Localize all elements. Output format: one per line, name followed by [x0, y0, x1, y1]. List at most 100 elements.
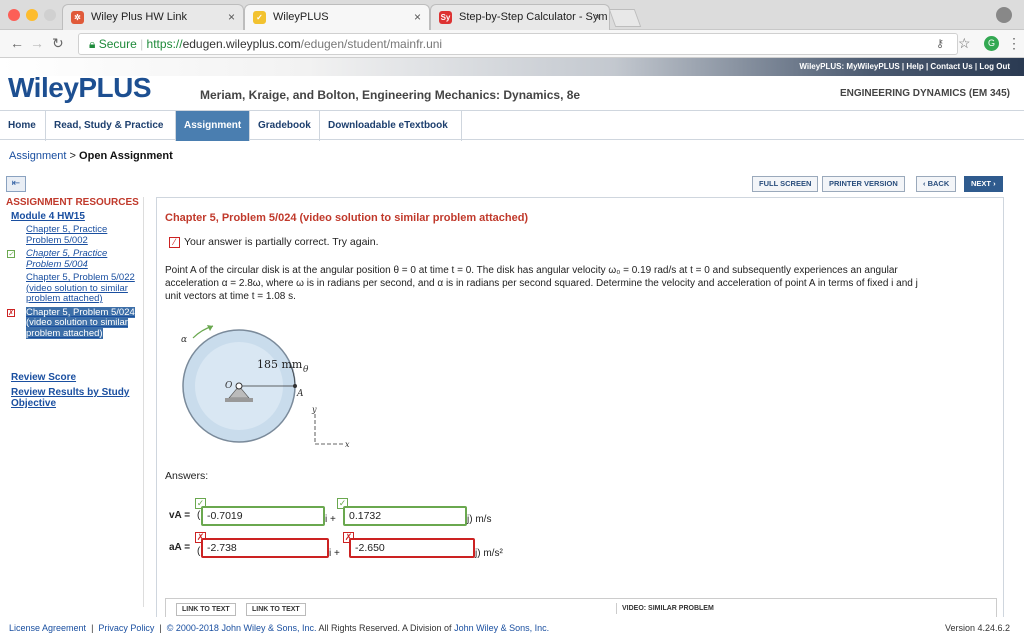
answers-label: Answers:: [165, 470, 209, 482]
tab-close-icon[interactable]: ×: [414, 5, 421, 29]
nav-tab-home[interactable]: Home: [0, 111, 46, 141]
wileyplus-logo[interactable]: WileyPLUS: [8, 72, 152, 104]
wiley-favicon-icon: ✲: [71, 11, 84, 24]
disk-figure: α 185 mm θ A O y x: [169, 316, 354, 466]
tab-label: Wiley Plus HW Link: [91, 11, 187, 23]
problem-text-line-2: acceleration α = 2.8ω, where ω is in rad…: [165, 278, 918, 289]
aa-j-input[interactable]: -2.650: [349, 538, 475, 558]
va-j-input[interactable]: 0.1732: [343, 506, 467, 526]
menu-kebab-icon[interactable]: ⋮: [1007, 35, 1021, 52]
answer-status: ⁄ Your answer is partially correct. Try a…: [169, 236, 379, 248]
va-i-input[interactable]: -0.7019: [201, 506, 325, 526]
x-label: x: [345, 440, 350, 449]
review-results-link[interactable]: Review Results by Study Objective: [6, 387, 143, 409]
bookmark-star-icon[interactable]: ☆: [958, 35, 971, 52]
reload-icon[interactable]: ↻: [52, 35, 64, 52]
aa-i-plus: i +: [329, 548, 340, 559]
version-label: Version 4.24.6.2: [944, 623, 1010, 633]
aa-i-input[interactable]: -2.738: [201, 538, 329, 558]
review-score-link[interactable]: Review Score: [6, 372, 143, 383]
module-link[interactable]: Module 4 HW15: [6, 211, 143, 222]
license-link[interactable]: License Agreement: [9, 623, 86, 633]
url-divider: |: [136, 37, 147, 51]
main-nav: Home Read, Study & Practice Assignment G…: [0, 110, 1024, 141]
a-label: A: [296, 389, 304, 399]
key-icon[interactable]: ⚷: [936, 37, 944, 50]
va-label: vA =: [169, 510, 191, 521]
close-window-button[interactable]: [8, 9, 20, 21]
sidebar-item-practice-5-004[interactable]: ✓ Chapter 5, Practice Problem 5/004: [6, 248, 143, 270]
extension-icon[interactable]: G: [984, 36, 999, 51]
nav-tab-read-study[interactable]: Read, Study & Practice: [46, 111, 176, 141]
tab-label: Step-by-Step Calculator - Sym: [459, 11, 608, 23]
next-button[interactable]: NEXT ›: [964, 176, 1003, 192]
company-link[interactable]: John Wiley & Sons, Inc.: [454, 623, 549, 633]
contact-us-link[interactable]: Contact Us: [930, 62, 972, 71]
sidebar-item-label: Chapter 5, Practice Problem 5/004: [26, 248, 108, 270]
collapse-sidebar-icon[interactable]: ⇤: [6, 176, 26, 192]
back-button[interactable]: ‹ BACK: [916, 176, 957, 192]
status-text: Your answer is partially correct. Try ag…: [184, 236, 379, 248]
footer-links: License Agreement | Privacy Policy | © 2…: [9, 623, 550, 633]
wileyplus-favicon-icon: ✓: [253, 11, 266, 24]
tab-close-icon[interactable]: ×: [594, 5, 601, 29]
partially-correct-icon: ⁄: [169, 237, 180, 248]
resource-links-bar: LINK TO TEXT LINK TO TEXT VIDEO: SIMILAR…: [165, 598, 997, 617]
breadcrumb-separator: >: [69, 150, 76, 162]
link-to-text-2[interactable]: LINK TO TEXT: [246, 603, 306, 616]
help-link[interactable]: Help: [906, 62, 923, 71]
address-bar-row: ← → ↻ 🔒︎ Secure | https://edugen.wileypl…: [0, 30, 1024, 58]
sidebar-item-label: Chapter 5, Problem 5/024 (video solution…: [26, 306, 135, 339]
mywileyplus-link[interactable]: MyWileyPLUS: [846, 62, 899, 71]
forward-arrow-icon[interactable]: →: [30, 35, 44, 51]
tab-close-icon[interactable]: ×: [228, 5, 235, 29]
minimize-window-button[interactable]: [26, 9, 38, 21]
problem-statement: Point A of the circular disk is at the a…: [165, 264, 995, 303]
browser-tab-wileyplus[interactable]: ✓ WileyPLUS ×: [244, 4, 430, 30]
breadcrumb: Assignment > Open Assignment: [9, 150, 173, 162]
breadcrumb-current: Open Assignment: [79, 150, 173, 162]
profile-icon[interactable]: [996, 7, 1012, 23]
course-title: ENGINEERING DYNAMICS (EM 345): [839, 88, 1010, 99]
sidebar-item-label: Chapter 5, Problem 5/022 (video solution…: [26, 272, 135, 304]
back-arrow-icon[interactable]: ←: [10, 35, 24, 51]
full-screen-button[interactable]: FULL SCREEN: [752, 176, 819, 192]
lock-icon: 🔒︎: [89, 37, 99, 51]
o-label: O: [225, 381, 233, 391]
book-title: Meriam, Kraige, and Bolton, Engineering …: [200, 88, 581, 102]
va-i-plus: i +: [325, 514, 336, 525]
radius-label: 185 mm: [257, 358, 303, 371]
maximize-window-button[interactable]: [44, 9, 56, 21]
sidebar-item-problem-5-022[interactable]: Chapter 5, Problem 5/022 (video solution…: [6, 272, 143, 305]
printer-version-button[interactable]: PRINTER VERSION: [822, 176, 905, 192]
sidebar-item-problem-5-024[interactable]: ✗ Chapter 5, Problem 5/024 (video soluti…: [6, 306, 143, 340]
log-out-link[interactable]: Log Out: [979, 62, 1010, 71]
site-header: WileyPLUS: MyWileyPLUS | Help | Contact …: [0, 58, 1024, 108]
problem-text-line-3: unit vectors at time t = 1.08 s.: [165, 291, 296, 302]
browser-tab-wiley-hw[interactable]: ✲ Wiley Plus HW Link ×: [62, 4, 244, 30]
aa-open-paren: (: [197, 546, 201, 557]
alpha-label: α: [181, 335, 187, 345]
footer: License Agreement | Privacy Policy | © 2…: [0, 620, 1024, 640]
link-to-text-1[interactable]: LINK TO TEXT: [176, 603, 236, 616]
nav-tab-etextbook[interactable]: Downloadable eTextbook: [320, 111, 462, 141]
nav-tab-assignment[interactable]: Assignment: [176, 111, 250, 141]
breadcrumb-assignment-link[interactable]: Assignment: [9, 150, 66, 162]
url-field[interactable]: 🔒︎ Secure | https://edugen.wileyplus.com…: [78, 33, 958, 55]
incorrect-icon: ✗: [7, 308, 15, 317]
privacy-link[interactable]: Privacy Policy: [98, 623, 154, 633]
video-similar-problem-link[interactable]: VIDEO: SIMILAR PROBLEM: [616, 603, 719, 614]
copyright-link[interactable]: © 2000-2018 John Wiley & Sons, Inc.: [167, 623, 317, 633]
symbolab-favicon-icon: Sy: [439, 11, 452, 24]
header-band: WileyPLUS: MyWileyPLUS | Help | Contact …: [0, 58, 1024, 76]
sidebar-item-practice-5-002[interactable]: Chapter 5, Practice Problem 5/002: [6, 224, 143, 246]
new-tab-button[interactable]: [608, 9, 642, 27]
pin: [235, 382, 243, 390]
assignment-resources-sidebar: ASSIGNMENT RESOURCES Module 4 HW15 Chapt…: [6, 197, 144, 607]
browser-tab-symbolab[interactable]: Sy Step-by-Step Calculator - Sym ×: [430, 4, 610, 30]
nav-tab-gradebook[interactable]: Gradebook: [250, 111, 320, 141]
check-icon: ✓: [7, 250, 15, 258]
aa-unit: j) m/s²: [475, 548, 503, 559]
sidebar-item-label: Chapter 5, Practice Problem 5/002: [26, 224, 108, 246]
rights-text: All Rights Reserved. A Division of: [318, 623, 452, 633]
